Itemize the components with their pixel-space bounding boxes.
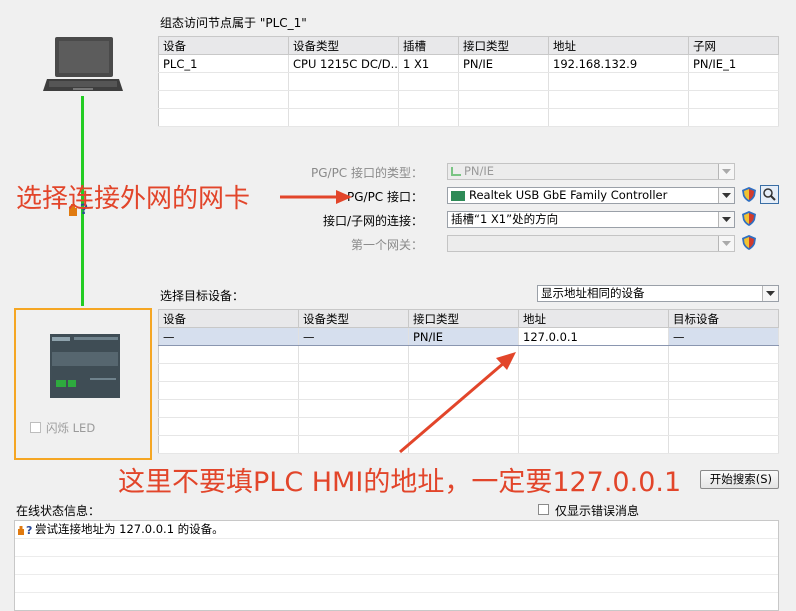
magnifier-icon [763,188,776,201]
col-interface-type[interactable]: 接口类型 [458,36,549,55]
cell-device: PLC_1 [158,54,289,73]
col-device-type[interactable]: 设备类型 [298,309,409,328]
flash-led-label: 闪烁 LED [46,421,96,435]
table-row[interactable]: — — PN/IE 127.0.0.1 — [158,327,779,346]
cell-address: 192.168.132.9 [548,54,689,73]
col-interface-type[interactable]: 接口类型 [408,309,519,328]
pn-ie-icon [451,167,461,176]
connection-status-icon: ? [18,524,32,537]
col-target-device[interactable]: 目标设备 [668,309,779,328]
nic-annotation-text: 选择连接外网的网卡 [16,184,251,214]
col-device[interactable]: 设备 [158,36,289,55]
chevron-down-icon [718,236,734,251]
cell-subnet: PN/IE_1 [688,54,779,73]
table-row-empty [158,399,779,418]
gateway-shield-icon[interactable] [742,235,756,250]
col-subnet[interactable]: 子网 [688,36,779,55]
col-address[interactable]: 地址 [548,36,689,55]
cell-address[interactable]: 127.0.0.1 [518,327,669,346]
cell-device-type: — [298,327,409,346]
table-row-empty [158,72,779,91]
subnet-connection-label: 接口/子网的连接： [322,214,423,228]
table-row[interactable]: PLC_1 CPU 1215C DC/D... 1 X1 PN/IE 192.1… [158,54,779,73]
flash-led-checkbox[interactable] [30,422,41,433]
pgpc-type-label: PG/PC 接口的类型： [310,166,423,180]
col-address[interactable]: 地址 [518,309,669,328]
online-status-caption: 在线状态信息： [16,504,101,518]
pgpc-type-select: PN/IE [447,163,735,180]
target-device-table: 设备 设备类型 接口类型 地址 目标设备 — — PN/IE 127.0.0.1… [158,309,779,454]
table-row-empty [158,417,779,436]
table-row-empty [158,381,779,400]
table-row-empty [158,363,779,382]
interface-properties-shield-icon[interactable] [742,187,756,202]
target-device-caption: 选择目标设备： [160,289,245,303]
target-filter-select[interactable]: 显示地址相同的设备 [537,285,779,302]
pgpc-interface-label: PG/PC 接口： [346,190,423,204]
target-table-header: 设备 设备类型 接口类型 地址 目标设备 [158,309,779,328]
table-row-empty [158,108,779,127]
address-annotation-text: 这里不要填PLC HMI的地址，一定要127.0.0.1 [118,467,682,498]
list-item: ? 尝试连接地址为 127.0.0.1 的设备。 [15,521,778,539]
cell-interface-type: PN/IE [408,327,519,346]
cell-slot: 1 X1 [398,54,459,73]
table-row-empty [158,90,779,109]
svg-text:?: ? [26,524,32,537]
network-adapter-icon [451,190,465,201]
chevron-down-icon [718,164,734,179]
access-table-header: 设备 设备类型 插槽 接口类型 地址 子网 [158,36,779,55]
diagnostics-button[interactable] [760,185,779,204]
col-device[interactable]: 设备 [158,309,299,328]
target-filter-value: 显示地址相同的设备 [541,286,645,300]
target-device-panel: 闪烁 LED [14,308,152,460]
gateway-label: 第一个网关： [350,238,423,252]
chevron-down-icon[interactable] [762,286,778,301]
subnet-connection-value: 插槽“1 X1”处的方向 [451,212,559,226]
pg-laptop-icon [43,35,123,100]
errors-only-label: 仅显示错误消息 [555,504,640,518]
cell-target-device: — [668,327,779,346]
pgpc-interface-value: Realtek USB GbE Family Controller [469,188,668,202]
chevron-down-icon[interactable] [718,212,734,227]
status-message: 尝试连接地址为 127.0.0.1 的设备。 [35,522,224,536]
access-node-caption: 组态访问节点属于 "PLC_1" [160,16,307,30]
errors-only-checkbox[interactable] [538,504,549,515]
plc-device-icon [50,334,120,398]
pgpc-type-value: PN/IE [464,164,495,178]
cell-device-type: CPU 1215C DC/D... [288,54,399,73]
access-node-table: 设备 设备类型 插槽 接口类型 地址 子网 PLC_1 CPU 1215C DC… [158,36,779,127]
cell-interface-type: PN/IE [458,54,549,73]
cell-device: — [158,327,299,346]
col-slot[interactable]: 插槽 [398,36,459,55]
subnet-shield-icon[interactable] [742,211,756,226]
subnet-connection-select[interactable]: 插槽“1 X1”处的方向 [447,211,735,228]
table-row-empty [158,435,779,454]
table-row-empty [158,345,779,364]
gateway-select [447,235,735,252]
col-device-type[interactable]: 设备类型 [288,36,399,55]
chevron-down-icon[interactable] [718,188,734,203]
online-status-list: ? 尝试连接地址为 127.0.0.1 的设备。 [14,520,779,611]
start-search-button[interactable]: 开始搜索(S) [700,470,779,489]
pgpc-interface-select[interactable]: Realtek USB GbE Family Controller [447,187,735,204]
